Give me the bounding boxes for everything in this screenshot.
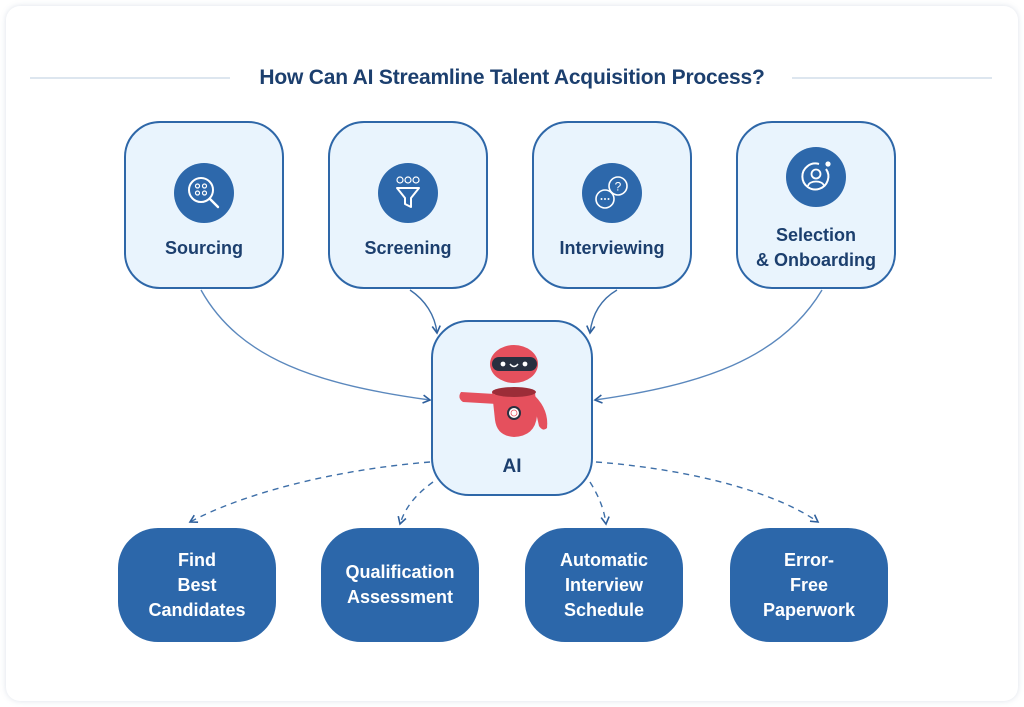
robot-icon xyxy=(459,345,548,437)
chat-bubbles-icon: ? xyxy=(582,163,642,223)
outcome-qualification-assessment: Qualification Assessment xyxy=(321,528,479,642)
connector-ai-paperwork xyxy=(595,461,820,523)
connector-screening-ai xyxy=(409,289,441,335)
outcome-automatic-interview-schedule: Automatic Interview Schedule xyxy=(525,528,683,642)
outcome-line: Automatic xyxy=(559,549,648,570)
outcome-line: Schedule xyxy=(563,599,644,620)
outcome-line: Assessment xyxy=(346,587,454,607)
funnel-people-icon xyxy=(378,163,438,223)
stage-card-screening: Screening xyxy=(328,121,488,289)
outcome-line: Best xyxy=(177,574,217,595)
stage-card-selection: Selection & Onboarding xyxy=(736,121,896,289)
outcome-error-free-paperwork: Error- Free Paperwork xyxy=(730,528,888,642)
stage-card-interviewing: ? Interviewing xyxy=(532,121,692,289)
connector-ai-schedule xyxy=(589,481,610,526)
stage-label-line2: & Onboarding xyxy=(756,250,876,270)
stage-label: Sourcing xyxy=(164,238,243,258)
ai-label: AI xyxy=(502,456,522,477)
stage-label-line1: Selection xyxy=(775,225,857,245)
outcome-line: Error- xyxy=(783,549,834,570)
outcome-line: Qualification xyxy=(345,562,455,582)
connector-ai-qualification xyxy=(397,481,434,526)
outcome-line: Free xyxy=(789,574,828,595)
outcome-line: Paperwork xyxy=(762,599,856,620)
outcome-line: Candidates xyxy=(148,599,246,620)
ai-center-card: AI xyxy=(431,320,593,496)
stage-label: Screening xyxy=(364,238,452,258)
stage-label: Interviewing xyxy=(559,238,665,258)
connector-selection-ai xyxy=(593,289,823,404)
outcome-line: Interview xyxy=(564,574,643,595)
connector-ai-find xyxy=(188,461,431,523)
svg-text:?: ? xyxy=(615,180,622,194)
outcome-line: Find xyxy=(178,549,216,570)
connector-sourcing-ai xyxy=(200,289,432,404)
connector-interviewing-ai xyxy=(586,289,618,335)
user-gear-icon xyxy=(786,147,846,207)
magnifier-people-icon xyxy=(174,163,234,223)
outcome-find-best-candidates: Find Best Candidates xyxy=(118,528,276,642)
stage-card-sourcing: Sourcing xyxy=(124,121,284,289)
